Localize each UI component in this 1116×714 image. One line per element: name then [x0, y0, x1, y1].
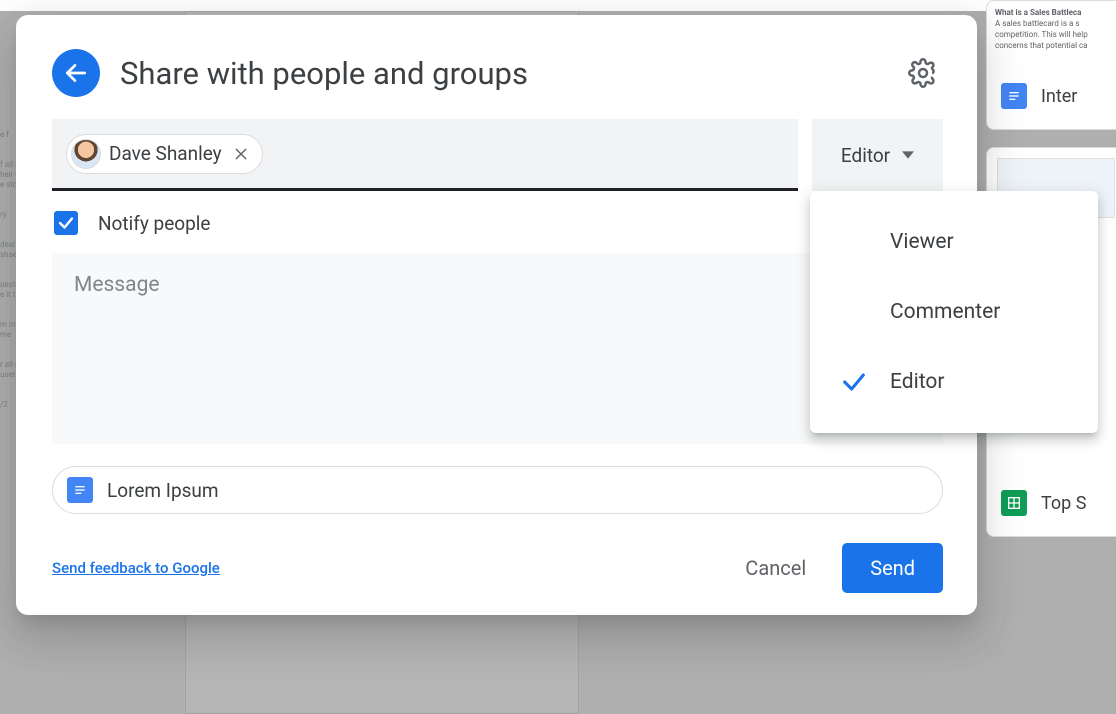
person-chip[interactable]: Dave Shanley — [66, 134, 263, 174]
attachment-label: Lorem Ipsum — [107, 479, 219, 502]
notify-checkbox[interactable] — [54, 211, 78, 235]
people-input[interactable]: Dave Shanley — [52, 119, 798, 191]
bg-card-preview: What is a Sales Battleca A sales battlec… — [987, 1, 1116, 71]
share-row: Dave Shanley Editor — [52, 119, 943, 191]
role-option-commenter[interactable]: Commenter — [810, 277, 1098, 347]
notify-label: Notify people — [98, 212, 210, 235]
docs-icon — [67, 477, 93, 503]
bg-side-item[interactable]: Inter — [987, 71, 1116, 121]
dialog-footer: Send feedback to Google Cancel Send — [52, 515, 943, 593]
settings-button[interactable] — [903, 53, 943, 93]
cancel-button[interactable]: Cancel — [723, 544, 828, 592]
back-arrow-icon — [63, 60, 89, 86]
docs-icon — [1001, 83, 1027, 109]
bg-side-item-label: Top S — [1041, 493, 1086, 514]
bg-side-item[interactable]: Top S — [987, 478, 1116, 528]
dialog-header: Share with people and groups — [52, 49, 943, 97]
send-button[interactable]: Send — [842, 543, 943, 593]
bg-side-item-label: Inter — [1041, 86, 1077, 107]
role-dropdown-menu: Viewer Commenter Editor — [810, 191, 1098, 433]
role-dropdown-label: Editor — [841, 144, 890, 167]
close-icon — [233, 146, 249, 162]
check-icon — [840, 368, 868, 396]
check-icon — [57, 214, 75, 232]
message-placeholder: Message — [74, 273, 160, 297]
role-option-label: Editor — [890, 370, 944, 394]
role-dropdown-button[interactable]: Editor — [812, 119, 943, 191]
feedback-link[interactable]: Send feedback to Google — [52, 559, 220, 577]
role-option-label: Commenter — [890, 300, 1000, 324]
back-button[interactable] — [52, 49, 100, 97]
caret-down-icon — [902, 150, 914, 160]
bg-top-strip — [0, 0, 1116, 11]
person-chip-name: Dave Shanley — [109, 142, 222, 165]
gear-icon — [908, 58, 938, 88]
chip-remove-button[interactable] — [230, 143, 252, 165]
check-slot — [840, 368, 890, 396]
sheets-icon — [1001, 490, 1027, 516]
attachment-chip[interactable]: Lorem Ipsum — [52, 466, 943, 514]
avatar — [71, 139, 101, 169]
role-option-editor[interactable]: Editor — [810, 347, 1098, 417]
role-option-viewer[interactable]: Viewer — [810, 207, 1098, 277]
bg-side-card: What is a Sales Battleca A sales battlec… — [986, 0, 1116, 130]
role-option-label: Viewer — [890, 230, 954, 254]
dialog-title: Share with people and groups — [120, 55, 883, 92]
